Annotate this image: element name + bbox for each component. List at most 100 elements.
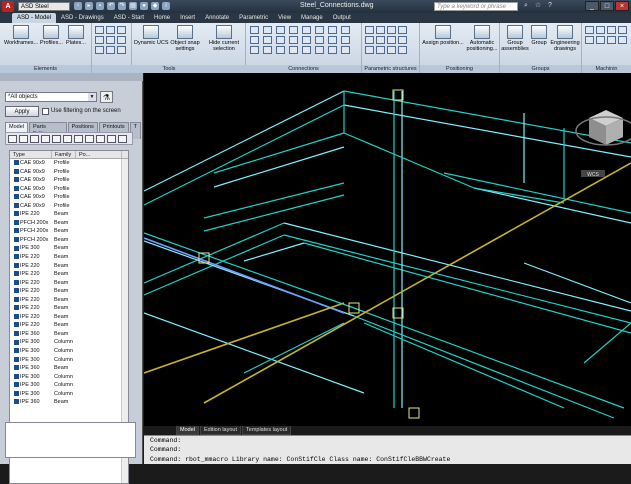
brace-line[interactable]: [203, 162, 631, 404]
dynamic-ucs-button[interactable]: Dynamic UCS: [134, 25, 169, 46]
star-icon[interactable]: ☆: [534, 2, 542, 10]
structure-icon[interactable]: [387, 36, 396, 44]
table-row[interactable]: IPE 220 Beam: [10, 270, 128, 279]
machining-icon[interactable]: [618, 36, 627, 44]
machining-icon[interactable]: [607, 36, 616, 44]
table-row[interactable]: IPE 220 Beam: [10, 321, 128, 330]
beam-line[interactable]: [583, 322, 631, 364]
machining-icon[interactable]: [585, 26, 594, 34]
beam-line[interactable]: [144, 312, 365, 394]
tool-icon[interactable]: [95, 26, 104, 34]
brace-line[interactable]: [144, 237, 345, 314]
structure-icon[interactable]: [398, 46, 407, 54]
table-row[interactable]: IPE 360 Beam: [10, 398, 128, 407]
connection-icon[interactable]: [302, 36, 311, 44]
tab-asd-start[interactable]: ASD - Start: [109, 13, 149, 23]
connection-icon[interactable]: [276, 36, 285, 44]
assign-position-button[interactable]: Assign position...: [422, 25, 464, 46]
report-icon[interactable]: [85, 135, 94, 143]
table-row[interactable]: IPE 220 Beam: [10, 253, 128, 262]
connection-icon[interactable]: [315, 46, 324, 54]
tab-templates-layout[interactable]: Templates layout: [242, 426, 292, 435]
tool-icon[interactable]: [117, 36, 126, 44]
connection-icon[interactable]: [328, 36, 337, 44]
table-row[interactable]: PFCH 200x Beam: [10, 227, 128, 236]
filter-select[interactable]: *All objects ▼: [5, 92, 97, 102]
connection-node[interactable]: [408, 407, 420, 419]
tab-home[interactable]: Home: [149, 13, 175, 23]
table-row[interactable]: CAE 90x9 Profile: [10, 202, 128, 211]
connection-icon[interactable]: [263, 36, 272, 44]
undo-icon[interactable]: ↶: [107, 2, 115, 10]
table-row[interactable]: IPE 220 Beam: [10, 262, 128, 271]
print-icon[interactable]: [63, 135, 72, 143]
table-row[interactable]: IPE 300 Column: [10, 338, 128, 347]
help-icon[interactable]: [118, 135, 127, 143]
beam-line[interactable]: [243, 242, 305, 262]
tool-icon[interactable]: [117, 26, 126, 34]
machining-icon[interactable]: [596, 26, 605, 34]
connection-icon[interactable]: [263, 46, 272, 54]
group-button[interactable]: Group: [530, 25, 548, 46]
apply-button[interactable]: Apply: [5, 106, 39, 117]
tool-icon[interactable]: [106, 46, 115, 54]
table-row[interactable]: IPE 360 Beam: [10, 364, 128, 373]
machining-icon[interactable]: [607, 26, 616, 34]
sphere-icon[interactable]: ●: [140, 2, 148, 10]
connection-icon[interactable]: [341, 26, 350, 34]
beam-line[interactable]: [243, 322, 345, 374]
structure-icon[interactable]: [387, 46, 396, 54]
structure-icon[interactable]: [376, 46, 385, 54]
tab-edition-layout[interactable]: Edition layout: [199, 426, 242, 435]
tab-model-layout[interactable]: Model: [176, 426, 199, 435]
connection-icon[interactable]: [250, 26, 259, 34]
connection-icon[interactable]: [276, 46, 285, 54]
tab-annotate[interactable]: Annotate: [200, 13, 234, 23]
engineering-drawings-button[interactable]: Engineering drawings: [550, 25, 580, 52]
column-type[interactable]: Type: [10, 151, 52, 158]
connection-icon[interactable]: [341, 46, 350, 54]
connection-icon[interactable]: [315, 26, 324, 34]
hide-selection-button[interactable]: Hide current selection: [206, 25, 242, 52]
help-icon[interactable]: ?: [546, 2, 554, 10]
model-viewport[interactable]: WCS: [144, 73, 631, 426]
connection-icon[interactable]: [250, 36, 259, 44]
structure-icon[interactable]: [398, 26, 407, 34]
tab-output[interactable]: Output: [328, 13, 356, 23]
table-row[interactable]: IPE 220 Beam: [10, 210, 128, 219]
tool-icon[interactable]: [106, 26, 115, 34]
application-menu-button[interactable]: A: [2, 1, 14, 12]
settings-icon[interactable]: [52, 135, 61, 143]
table-row[interactable]: PFCH 200x Beam: [10, 236, 128, 245]
search-input[interactable]: Type a keyword or phrase: [434, 2, 518, 11]
column-family[interactable]: Family: [52, 151, 76, 158]
tab-asd-drawings[interactable]: ASD - Drawings: [56, 13, 109, 23]
automatic-positioning-button[interactable]: Automatic positioning...: [466, 25, 498, 52]
info-icon[interactable]: i: [162, 2, 170, 10]
beam-line[interactable]: [144, 222, 285, 284]
tab-parametric[interactable]: Parametric: [234, 13, 273, 23]
table-row[interactable]: IPE 220 Beam: [10, 304, 128, 313]
table-row[interactable]: IPE 360 Beam: [10, 330, 128, 339]
connection-icon[interactable]: [302, 26, 311, 34]
tab-view[interactable]: View: [273, 13, 296, 23]
filter-icon[interactable]: ⚗: [100, 91, 113, 103]
table-row[interactable]: IPE 220 Beam: [10, 279, 128, 288]
redo-icon[interactable]: ↷: [118, 2, 126, 10]
connection-icon[interactable]: [289, 26, 298, 34]
table-row[interactable]: CAE 90x9 Profile: [10, 159, 128, 168]
structure-icon[interactable]: [365, 26, 374, 34]
structure-icon[interactable]: [365, 46, 374, 54]
table-row[interactable]: IPE 300 Column: [10, 373, 128, 382]
beam-line[interactable]: [473, 187, 631, 224]
refresh-icon[interactable]: [41, 135, 50, 143]
profiles-button[interactable]: Profiles...: [40, 25, 63, 46]
tool-icon[interactable]: [117, 46, 126, 54]
cube-icon[interactable]: ◆: [151, 2, 159, 10]
beam-line[interactable]: [343, 90, 631, 144]
machining-icon[interactable]: [618, 26, 627, 34]
beam-line[interactable]: [144, 90, 345, 192]
structure-icon[interactable]: [376, 26, 385, 34]
tab-asd-model[interactable]: ASD - Model: [12, 13, 57, 23]
panel-grip[interactable]: [0, 73, 143, 81]
